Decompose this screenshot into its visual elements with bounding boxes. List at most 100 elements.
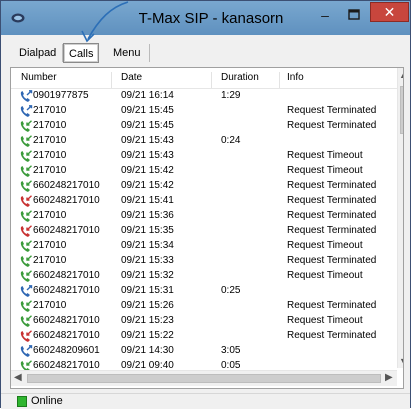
cell-date: 09/21 15:34 bbox=[121, 240, 174, 251]
minimize-button[interactable]: – bbox=[311, 7, 339, 29]
horizontal-scroll-thumb[interactable] bbox=[27, 374, 381, 383]
cell-date: 09/21 15:42 bbox=[121, 165, 174, 176]
table-row[interactable]: 217010 09/21 15:45 Request Terminated bbox=[11, 104, 397, 119]
cell-date: 09/21 15:23 bbox=[121, 315, 174, 326]
cell-date: 09/21 15:41 bbox=[121, 195, 174, 206]
cell-info: Request Timeout bbox=[287, 240, 363, 251]
cell-date: 09/21 15:31 bbox=[121, 285, 174, 296]
close-button[interactable]: ✕ bbox=[370, 2, 409, 22]
table-row[interactable]: 660248209601 09/21 14:30 3:05 bbox=[11, 344, 397, 359]
cell-duration: 0:25 bbox=[221, 285, 241, 296]
column-header-number[interactable]: Number bbox=[21, 72, 57, 83]
column-divider[interactable] bbox=[111, 72, 112, 88]
table-row[interactable]: 217010 09/21 15:42 Request Timeout bbox=[11, 164, 397, 179]
table-row[interactable]: 217010 09/21 15:26 Request Terminated bbox=[11, 299, 397, 314]
phone-outgoing-icon bbox=[20, 90, 33, 102]
title-bar[interactable]: T-Max SIP - kanasorn – ✕ bbox=[1, 1, 410, 35]
table-row[interactable]: 660248217010 09/21 15:32 Request Timeout bbox=[11, 269, 397, 284]
phone-missed-icon bbox=[20, 195, 32, 207]
phone-outgoing-icon bbox=[20, 345, 33, 357]
table-row[interactable]: 660248217010 09/21 15:23 Request Timeout bbox=[11, 314, 397, 329]
cell-number: 660248217010 bbox=[33, 180, 100, 191]
cell-duration: 3:05 bbox=[221, 345, 241, 356]
cell-date: 09/21 15:35 bbox=[121, 225, 174, 236]
cell-number: 217010 bbox=[33, 240, 67, 251]
tab-bar: Dialpad Calls Menu bbox=[9, 35, 402, 65]
cell-info: Request Terminated bbox=[287, 255, 377, 266]
phone-outgoing-icon bbox=[20, 105, 33, 117]
table-row[interactable]: 0901977875 09/21 16:14 1:29 bbox=[11, 89, 397, 104]
cell-number: 217010 bbox=[33, 150, 67, 161]
scroll-left-icon[interactable]: ◀ bbox=[14, 372, 22, 383]
calls-list: Number Date Duration Info 0901977875 09/2… bbox=[10, 67, 404, 389]
cell-info: Request Terminated bbox=[287, 105, 377, 116]
phone-incoming-icon bbox=[20, 180, 32, 192]
tab-dialpad[interactable]: Dialpad bbox=[13, 43, 62, 63]
table-row[interactable]: 217010 09/21 15:45 Request Terminated bbox=[11, 119, 397, 134]
cell-date: 09/21 15:42 bbox=[121, 180, 174, 191]
table-row[interactable]: 660248217010 09/21 15:22 Request Terminate… bbox=[11, 329, 397, 344]
column-divider[interactable] bbox=[279, 72, 280, 88]
cell-info: Request Timeout bbox=[287, 315, 363, 326]
phone-incoming-icon bbox=[20, 120, 32, 132]
column-header-info[interactable]: Info bbox=[287, 72, 304, 83]
cell-number: 217010 bbox=[33, 255, 67, 266]
call-rows: 0901977875 09/21 16:14 1:29 217010 09/21 15:… bbox=[11, 89, 397, 374]
table-row[interactable]: 217010 09/21 15:43 Request Timeout bbox=[11, 149, 397, 164]
cell-number: 660248209601 bbox=[33, 345, 100, 356]
cell-number: 217010 bbox=[33, 165, 67, 176]
status-bar: Online bbox=[1, 393, 410, 409]
cell-date: 09/21 15:45 bbox=[121, 105, 174, 116]
table-row[interactable]: 660248217010 09/21 15:35 Request Terminate… bbox=[11, 224, 397, 239]
cell-date: 09/21 15:26 bbox=[121, 300, 174, 311]
horizontal-scrollbar[interactable]: ◀ ▶ bbox=[11, 370, 397, 386]
table-row[interactable]: 217010 09/21 15:33 Request Terminated bbox=[11, 254, 397, 269]
phone-incoming-icon bbox=[20, 300, 32, 312]
cell-date: 09/21 15:43 bbox=[121, 135, 174, 146]
scroll-right-icon[interactable]: ▶ bbox=[385, 372, 393, 383]
table-row[interactable]: 660248217010 09/21 15:41 Request Terminate… bbox=[11, 194, 397, 209]
phone-missed-icon bbox=[20, 225, 32, 237]
phone-incoming-icon bbox=[20, 270, 32, 282]
table-row[interactable]: 217010 09/21 15:36 Request Terminated bbox=[11, 209, 397, 224]
cell-info: Request Timeout bbox=[287, 150, 363, 161]
cell-info: Request Timeout bbox=[287, 270, 363, 281]
cell-number: 0901977875 bbox=[33, 90, 89, 101]
cell-duration: 1:29 bbox=[221, 90, 241, 101]
table-row[interactable]: 660248217010 09/21 15:42 Request Terminate… bbox=[11, 179, 397, 194]
table-row[interactable]: 217010 09/21 15:34 Request Timeout bbox=[11, 239, 397, 254]
scroll-down-icon[interactable]: ▼ bbox=[399, 356, 403, 366]
table-row[interactable]: 217010 09/21 15:43 0:24 bbox=[11, 134, 397, 149]
cell-number: 660248217010 bbox=[33, 315, 100, 326]
cell-number: 660248217010 bbox=[33, 195, 100, 206]
vertical-scrollbar[interactable]: ▲ ▼ bbox=[397, 68, 403, 368]
cell-number: 217010 bbox=[33, 120, 67, 131]
cell-date: 09/21 15:22 bbox=[121, 330, 174, 341]
vertical-scroll-thumb[interactable] bbox=[400, 86, 403, 134]
cell-date: 09/21 15:36 bbox=[121, 210, 174, 221]
column-header-duration[interactable]: Duration bbox=[221, 72, 259, 83]
cell-date: 09/21 16:14 bbox=[121, 90, 174, 101]
phone-missed-icon bbox=[20, 330, 32, 342]
cell-date: 09/21 15:45 bbox=[121, 120, 174, 131]
cell-info: Request Timeout bbox=[287, 165, 363, 176]
cell-info: Request Terminated bbox=[287, 120, 377, 131]
cell-info: Request Terminated bbox=[287, 330, 377, 341]
cell-date: 09/21 15:43 bbox=[121, 150, 174, 161]
maximize-button[interactable] bbox=[341, 7, 367, 29]
list-header: Number Date Duration Info bbox=[11, 68, 397, 89]
cell-duration: 0:24 bbox=[221, 135, 241, 146]
scroll-up-icon[interactable]: ▲ bbox=[399, 70, 403, 80]
column-divider[interactable] bbox=[211, 72, 212, 88]
cell-number: 217010 bbox=[33, 300, 67, 311]
table-row[interactable]: 660248217010 09/21 15:31 0:25 bbox=[11, 284, 397, 299]
phone-incoming-icon bbox=[20, 255, 32, 267]
column-header-date[interactable]: Date bbox=[121, 72, 142, 83]
phone-incoming-icon bbox=[20, 135, 32, 147]
cell-info: Request Terminated bbox=[287, 300, 377, 311]
tab-divider bbox=[149, 44, 150, 62]
cell-date: 09/21 15:33 bbox=[121, 255, 174, 266]
app-window: T-Max SIP - kanasorn – ✕ Dialpad Calls M… bbox=[0, 0, 411, 409]
phone-incoming-icon bbox=[20, 165, 32, 177]
cell-date: 09/21 14:30 bbox=[121, 345, 174, 356]
